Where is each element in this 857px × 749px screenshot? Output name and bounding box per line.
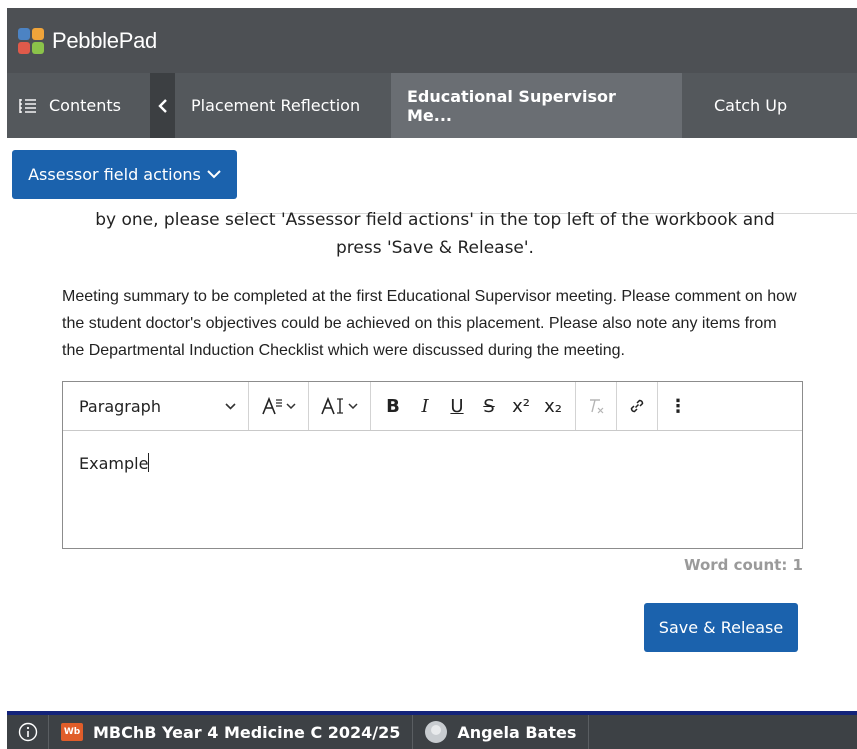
user-item[interactable]: Angela Bates — [413, 715, 590, 749]
tab-label: Placement Reflection — [191, 96, 361, 115]
superscript-icon: x² — [512, 395, 530, 417]
clear-formatting-button[interactable] — [580, 390, 612, 422]
tab-label: Catch Up — [714, 96, 788, 115]
underline-icon: U — [450, 395, 464, 417]
instruction-line-2: press 'Save & Release'. — [336, 238, 534, 258]
bold-icon: B — [386, 395, 400, 417]
text-size-group — [309, 382, 371, 430]
italic-button[interactable]: I — [409, 390, 441, 422]
subscript-button[interactable]: x₂ — [537, 390, 569, 422]
underline-button[interactable]: U — [441, 390, 473, 422]
pebblepad-logo[interactable]: PebblePad — [18, 27, 157, 54]
more-vertical-icon: ⋮ — [669, 395, 687, 417]
more-group: ⋮ — [658, 382, 698, 430]
block-format-value: Paragraph — [79, 396, 161, 416]
insert-link-button[interactable] — [621, 390, 653, 422]
link-icon — [630, 399, 644, 413]
chevron-down-icon — [286, 403, 296, 409]
contents-button[interactable]: Contents — [7, 73, 150, 138]
font-family-dropdown[interactable] — [253, 397, 304, 415]
subscript-icon: x₂ — [544, 395, 562, 417]
save-and-release-button[interactable]: Save & Release — [644, 603, 798, 652]
assessor-field-actions-label: Assessor field actions — [28, 165, 201, 184]
pebblepad-logo-icon — [18, 27, 44, 54]
clear-formatting-icon — [590, 399, 604, 414]
instruction-text: by one, please select 'Assessor field ac… — [40, 206, 830, 264]
block-format-select[interactable]: Paragraph — [63, 382, 249, 430]
workbook-title: MBChB Year 4 Medicine C 2024/25 — [93, 722, 401, 742]
bold-button[interactable]: B — [377, 390, 409, 422]
meeting-summary-prompt: Meeting summary to be completed at the f… — [62, 288, 797, 359]
strikethrough-icon: S — [483, 395, 495, 417]
user-name: Angela Bates — [457, 722, 577, 742]
link-group — [617, 382, 658, 430]
superscript-button[interactable]: x² — [505, 390, 537, 422]
workbook-badge-icon: Wb — [61, 723, 83, 741]
contents-list-icon — [19, 98, 36, 113]
app-name: PebblePad — [52, 27, 157, 53]
chevron-left-icon — [157, 98, 167, 113]
instruction-line-1: by one, please select 'Assessor field ac… — [95, 210, 775, 230]
chevron-down-icon — [348, 403, 358, 409]
italic-icon: I — [421, 395, 429, 417]
font-family-icon — [262, 397, 282, 415]
word-count: Word count: 1 — [683, 556, 803, 574]
font-size-group — [249, 382, 309, 430]
contents-label: Contents — [49, 96, 121, 115]
tab-catch-up[interactable]: Catch Up — [682, 73, 803, 138]
workbook-tabbar: Contents Placement Reflection Educationa… — [7, 73, 857, 138]
bottom-status-bar: Wb MBChB Year 4 Medicine C 2024/25 Angel… — [7, 711, 857, 749]
strikethrough-button[interactable]: S — [473, 390, 505, 422]
font-size-dropdown[interactable] — [313, 397, 366, 415]
more-options-button[interactable]: ⋮ — [662, 390, 694, 422]
tabs-scroll-left-button[interactable] — [150, 73, 175, 138]
rich-text-editor: Paragraph B I U S x² x₂ ⋮ Example — [62, 381, 803, 549]
avatar — [425, 721, 448, 743]
text-caret — [148, 453, 150, 472]
info-button[interactable] — [7, 715, 49, 749]
save-and-release-label: Save & Release — [658, 618, 784, 637]
tab-educational-supervisor-meeting[interactable]: Educational Supervisor Me... — [391, 73, 682, 138]
tab-label: Educational Supervisor Me... — [407, 86, 616, 125]
chevron-down-icon — [225, 402, 236, 410]
workbook-title-item[interactable]: Wb MBChB Year 4 Medicine C 2024/25 — [49, 715, 414, 749]
clear-format-group — [576, 382, 617, 430]
info-icon — [18, 722, 37, 742]
app-header: PebblePad — [7, 8, 857, 73]
tab-placement-reflection[interactable]: Placement Reflection — [175, 73, 391, 138]
chevron-down-icon — [207, 170, 221, 179]
assessor-field-actions-button[interactable]: Assessor field actions — [12, 150, 237, 199]
editor-toolbar: Paragraph B I U S x² x₂ ⋮ — [63, 382, 802, 431]
editor-content-area[interactable]: Example — [63, 431, 802, 495]
font-size-icon — [321, 397, 343, 415]
format-group: B I U S x² x₂ — [371, 382, 576, 430]
editor-text: Example — [79, 454, 149, 473]
